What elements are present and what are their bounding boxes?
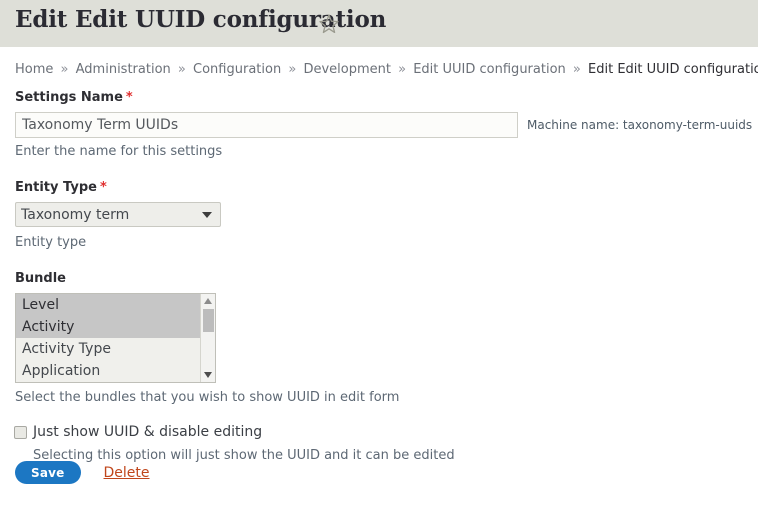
required-asterisk: * [125, 90, 133, 105]
page-header: Edit Edit UUID configuration [0, 0, 758, 47]
breadcrumb-item-development[interactable]: Development [303, 62, 391, 77]
breadcrumb-item-configuration[interactable]: Configuration [193, 62, 281, 77]
breadcrumb-item-edit-uuid-configuration[interactable]: Edit UUID configuration [413, 62, 566, 77]
bundle-option-activity-type[interactable]: Activity Type [16, 338, 201, 360]
bundle-option-level[interactable]: Level [16, 294, 201, 316]
required-asterisk: * [99, 180, 107, 195]
breadcrumb-item-current: Edit Edit UUID configuration [588, 62, 758, 77]
star-outline-icon[interactable] [318, 13, 340, 35]
breadcrumb-separator: » [398, 62, 407, 77]
field-just-show-uuid: Just show UUID & disable editing Selecti… [0, 423, 758, 464]
settings-name-description: Enter the name for this settings [15, 144, 223, 159]
entity-type-label: Entity Type * [0, 180, 758, 196]
entity-type-description: Entity type [15, 235, 87, 250]
scroll-up-arrow-icon[interactable] [204, 298, 212, 304]
bundle-label: Bundle [15, 271, 66, 286]
breadcrumb-separator: » [572, 62, 581, 77]
bundle-option-list: Level Activity Activity Type Application [16, 294, 201, 382]
settings-name-label-text: Settings Name [15, 90, 123, 105]
breadcrumb-separator: » [288, 62, 297, 77]
scrollbar-thumb[interactable] [203, 309, 214, 332]
delete-link[interactable]: Delete [104, 465, 150, 481]
settings-name-input[interactable] [15, 112, 518, 138]
bundle-option-application[interactable]: Application [16, 360, 201, 382]
just-show-uuid-checkbox[interactable] [14, 426, 27, 439]
field-entity-type: Entity Type * Taxonomy term Entity type [0, 180, 758, 251]
just-show-uuid-label[interactable]: Just show UUID & disable editing [33, 423, 262, 441]
breadcrumb: Home » Administration » Configuration » … [15, 62, 758, 78]
settings-name-label: Settings Name * [0, 90, 758, 106]
bundle-listbox[interactable]: Level Activity Activity Type Application [15, 293, 216, 383]
entity-type-select[interactable]: Taxonomy term [15, 202, 221, 227]
just-show-uuid-row[interactable]: Just show UUID & disable editing [0, 423, 758, 441]
breadcrumb-item-home[interactable]: Home [15, 62, 53, 77]
field-settings-name: Settings Name* Machine name: taxonomy-te… [0, 90, 758, 160]
form-actions: Save Delete [15, 461, 150, 484]
bundle-description: Select the bundles that you wish to show… [15, 390, 400, 405]
settings-form: Settings Name* Machine name: taxonomy-te… [0, 90, 758, 484]
bundle-option-activity[interactable]: Activity [16, 316, 201, 338]
breadcrumb-item-administration[interactable]: Administration [76, 62, 171, 77]
bundle-scrollbar[interactable] [200, 294, 215, 382]
machine-name-text: Machine name: taxonomy-term-uuids [527, 118, 753, 132]
breadcrumb-separator: » [177, 62, 186, 77]
field-bundle: Bundle Level Activity Activity Type Appl… [0, 271, 758, 406]
entity-type-label-text: Entity Type [15, 180, 97, 195]
breadcrumb-separator: » [60, 62, 69, 77]
scroll-down-arrow-icon[interactable] [204, 372, 212, 378]
save-button[interactable]: Save [15, 461, 81, 484]
